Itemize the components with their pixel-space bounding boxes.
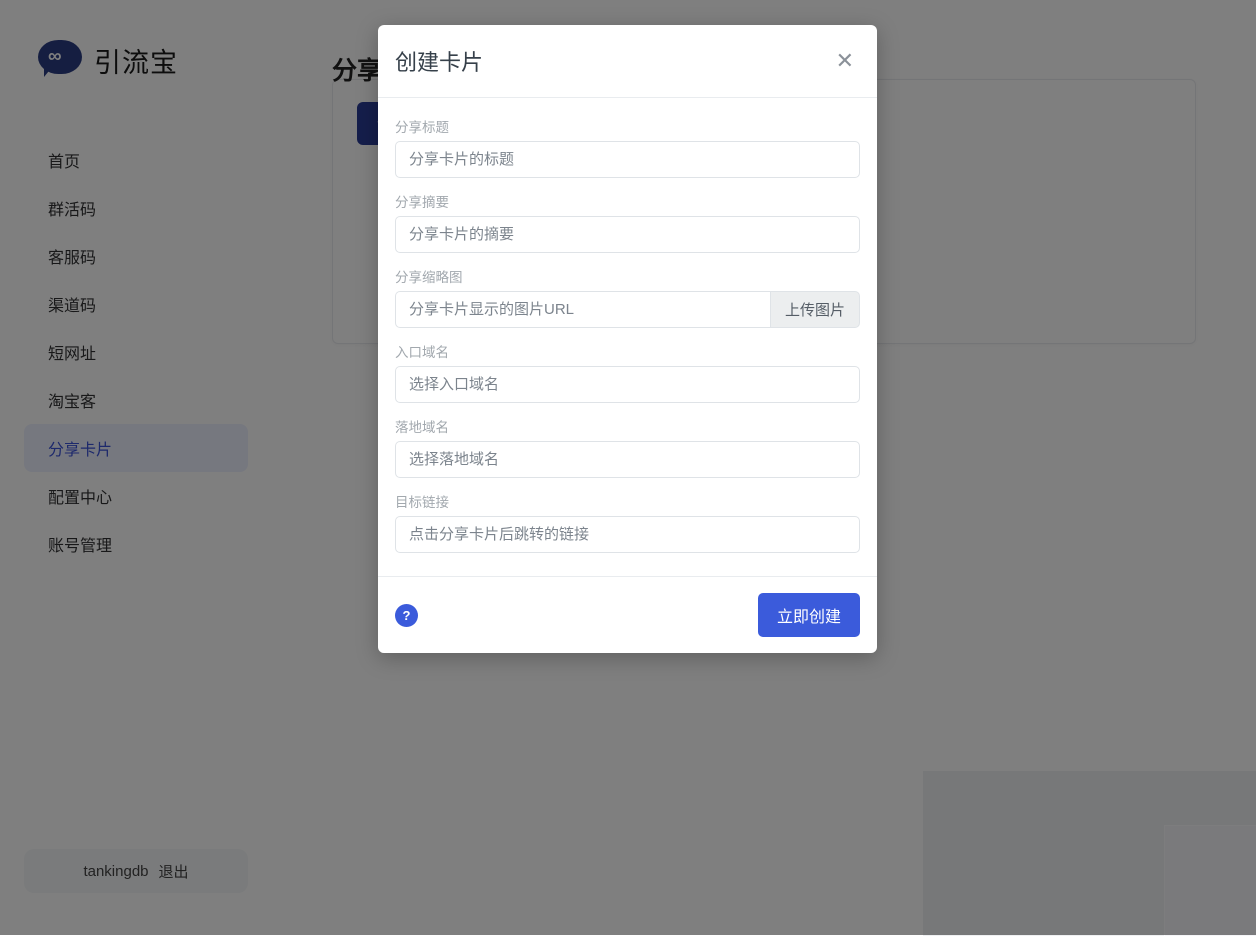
field-share-thumbnail: 分享缩略图 上传图片 bbox=[395, 266, 860, 328]
modal-header: 创建卡片 ✕ bbox=[378, 25, 877, 98]
field-target-link: 目标链接 bbox=[395, 491, 860, 553]
field-share-summary: 分享摘要 bbox=[395, 191, 860, 253]
share-summary-input[interactable] bbox=[395, 216, 860, 253]
landing-domain-select[interactable]: 选择落地域名 bbox=[395, 441, 860, 478]
create-card-modal: 创建卡片 ✕ 分享标题 分享摘要 分享缩略图 上传图片 入口域名 选择入口域名 … bbox=[378, 25, 877, 653]
close-icon[interactable]: ✕ bbox=[830, 46, 860, 76]
share-thumbnail-input[interactable] bbox=[395, 291, 770, 328]
entry-domain-select[interactable]: 选择入口域名 bbox=[395, 366, 860, 403]
modal-footer: ? 立即创建 bbox=[378, 576, 877, 653]
field-label: 目标链接 bbox=[395, 491, 860, 511]
modal-title: 创建卡片 bbox=[395, 45, 830, 77]
field-label: 入口域名 bbox=[395, 341, 860, 361]
thumbnail-input-group: 上传图片 bbox=[395, 291, 860, 328]
field-landing-domain: 落地域名 选择落地域名 bbox=[395, 416, 860, 478]
field-label: 分享缩略图 bbox=[395, 266, 860, 286]
share-title-input[interactable] bbox=[395, 141, 860, 178]
field-entry-domain: 入口域名 选择入口域名 bbox=[395, 341, 860, 403]
field-label: 分享摘要 bbox=[395, 191, 860, 211]
field-share-title: 分享标题 bbox=[395, 116, 860, 178]
submit-create-button[interactable]: 立即创建 bbox=[758, 593, 860, 637]
help-question-icon[interactable]: ? bbox=[395, 604, 418, 627]
target-link-input[interactable] bbox=[395, 516, 860, 553]
upload-image-button[interactable]: 上传图片 bbox=[770, 291, 860, 328]
field-label: 落地域名 bbox=[395, 416, 860, 436]
field-label: 分享标题 bbox=[395, 116, 860, 136]
modal-body: 分享标题 分享摘要 分享缩略图 上传图片 入口域名 选择入口域名 落地域名 选择… bbox=[378, 98, 877, 576]
